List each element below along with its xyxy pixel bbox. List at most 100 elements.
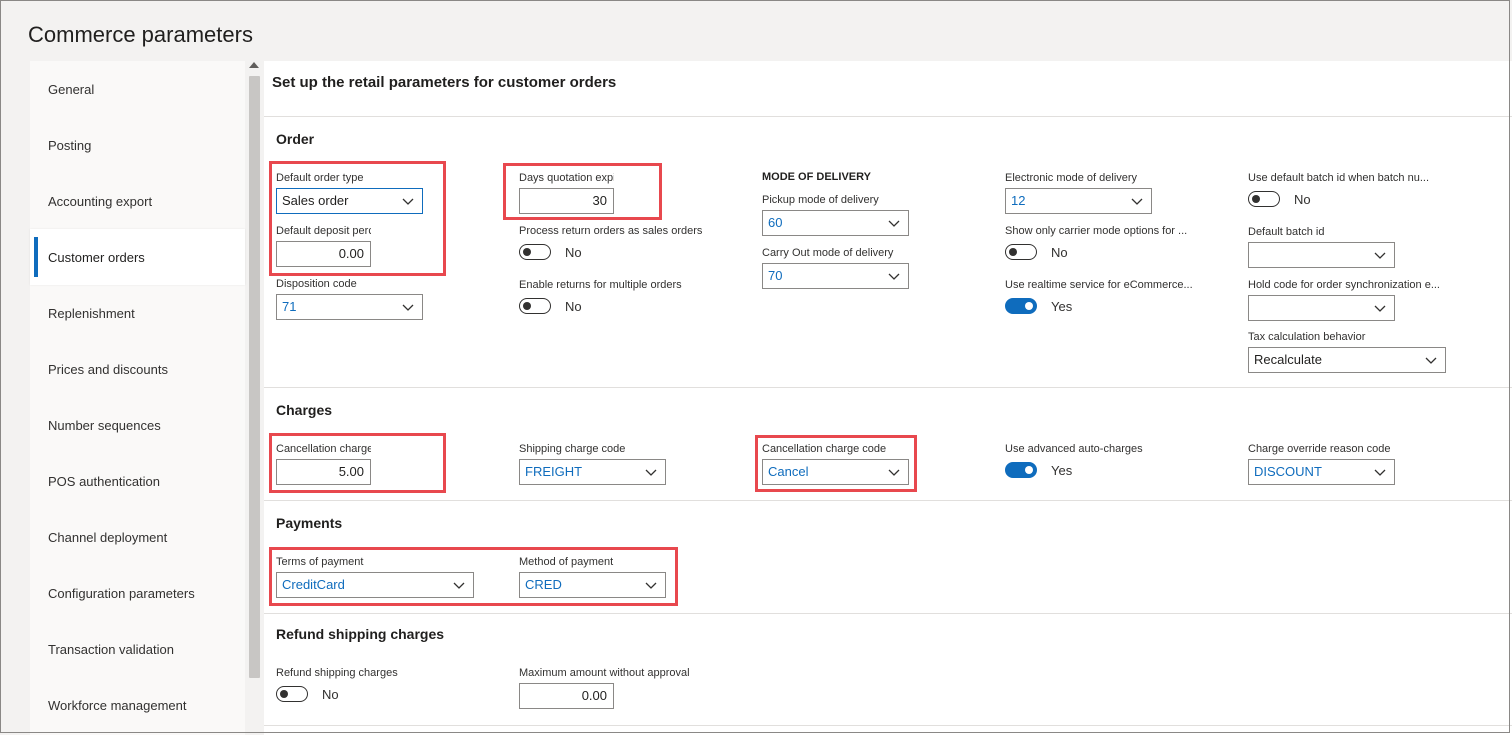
sidebar-item-number-sequences[interactable]: Number sequences — [30, 397, 245, 453]
method-of-payment-field: Method of payment CRED — [519, 555, 666, 598]
field-label: Use realtime service for eCommerce... — [1005, 279, 1193, 291]
pickup-mode-select[interactable]: 60 — [762, 210, 909, 236]
select-value: CRED — [525, 577, 562, 592]
shipping-charge-code-select[interactable]: FREIGHT — [519, 459, 666, 485]
field-label: Default order type — [276, 172, 364, 184]
default-deposit-percentage-field: Default deposit percentage 0.00 — [276, 224, 371, 267]
use-realtime-service-toggle[interactable] — [1005, 298, 1037, 314]
show-only-carrier-field: Show only carrier mode options for ... N… — [1005, 224, 1205, 262]
use-advanced-auto-charges-toggle[interactable] — [1005, 462, 1037, 478]
toggle-state-text: Yes — [1051, 462, 1073, 478]
charge-override-reason-code-field: Charge override reason code DISCOUNT — [1248, 442, 1395, 485]
electronic-mode-select[interactable]: 12 — [1005, 188, 1152, 214]
sidebar-item-configuration-parameters[interactable]: Configuration parameters — [30, 565, 245, 621]
terms-of-payment-field: Terms of payment CreditCard — [276, 555, 474, 598]
field-label: Refund shipping charges — [276, 667, 398, 679]
default-order-type-field: Default order type Sales order — [276, 171, 423, 214]
field-label: Cancellation charge code — [762, 443, 887, 455]
refund-shipping-charges-toggle[interactable] — [276, 686, 308, 702]
charge-override-reason-code-select[interactable]: DISCOUNT — [1248, 459, 1395, 485]
field-label: Days quotation expires — [519, 172, 614, 184]
disposition-code-select[interactable]: 71 — [276, 294, 423, 320]
process-return-orders-toggle[interactable] — [519, 244, 551, 260]
sidebar-item-posting[interactable]: Posting — [30, 117, 245, 173]
cancellation-charge-percentage-input[interactable]: 5.00 — [276, 459, 371, 485]
sidebar-item-accounting-export[interactable]: Accounting export — [30, 173, 245, 229]
select-value: Sales order — [282, 193, 349, 208]
toggle-state-text: No — [1294, 191, 1311, 207]
sidebar-item-customer-orders[interactable]: Customer orders — [30, 229, 245, 285]
field-label: Maximum amount without approval — [519, 667, 690, 679]
days-quotation-expires-input[interactable]: 30 — [519, 188, 614, 214]
toggle-state-text: No — [1051, 244, 1068, 260]
refund-shipping-charges-field: Refund shipping charges No — [276, 666, 476, 704]
carry-out-mode-field: Carry Out mode of delivery 70 — [762, 246, 909, 289]
terms-of-payment-select[interactable]: CreditCard — [276, 572, 474, 598]
toggle-state-text: No — [565, 244, 582, 260]
chevron-down-icon — [888, 273, 900, 280]
chevron-down-icon — [402, 304, 414, 311]
select-value: FREIGHT — [525, 464, 583, 479]
field-label: Process return orders as sales orders — [519, 225, 703, 237]
enable-returns-multiple-toggle[interactable] — [519, 298, 551, 314]
field-label: Use advanced auto-charges — [1005, 443, 1143, 455]
field-label: Carry Out mode of delivery — [762, 247, 894, 259]
method-of-payment-select[interactable]: CRED — [519, 572, 666, 598]
use-default-batch-id-toggle[interactable] — [1248, 191, 1280, 207]
process-return-orders-field: Process return orders as sales orders No — [519, 224, 729, 262]
scroll-up-arrow-icon[interactable] — [249, 62, 259, 68]
page-title: Commerce parameters — [28, 22, 253, 47]
sidebar-item-replenishment[interactable]: Replenishment — [30, 285, 245, 341]
show-only-carrier-toggle[interactable] — [1005, 244, 1037, 260]
max-amount-without-approval-field: Maximum amount without approval 0.00 — [519, 666, 690, 709]
select-value: 60 — [768, 215, 783, 230]
divider — [264, 500, 1512, 501]
cancellation-charge-code-field: Cancellation charge code Cancel — [762, 442, 909, 485]
cancellation-charge-code-select[interactable]: Cancel — [762, 459, 909, 485]
sidebar-item-pos-authentication[interactable]: POS authentication — [30, 453, 245, 509]
electronic-mode-field: Electronic mode of delivery 12 — [1005, 171, 1152, 214]
max-amount-without-approval-input[interactable]: 0.00 — [519, 683, 614, 709]
select-value: CreditCard — [282, 577, 345, 592]
toggle-state-text: No — [322, 686, 339, 702]
sidebar-item-workforce-management[interactable]: Workforce management — [30, 677, 245, 733]
select-value: 12 — [1011, 193, 1026, 208]
tax-calculation-select[interactable]: Recalculate — [1248, 347, 1446, 373]
chevron-down-icon — [453, 582, 465, 589]
main-content: Set up the retail parameters for custome… — [264, 61, 1512, 735]
sub-heading: MODE OF DELIVERY — [762, 171, 871, 183]
field-label: Use default batch id when batch nu... — [1248, 172, 1430, 184]
field-label: Shipping charge code — [519, 443, 626, 455]
divider — [264, 387, 1512, 388]
field-label: Cancellation charge percentage — [276, 443, 371, 455]
divider — [264, 116, 1512, 117]
chevron-down-icon — [888, 469, 900, 476]
disposition-code-field: Disposition code 71 — [276, 277, 423, 320]
default-batch-id-select[interactable] — [1248, 242, 1395, 268]
sidebar-item-channel-deployment[interactable]: Channel deployment — [30, 509, 245, 565]
hold-code-select[interactable] — [1248, 295, 1395, 321]
select-value: 71 — [282, 299, 297, 314]
carry-out-mode-select[interactable]: 70 — [762, 263, 909, 289]
section-title-charges: Charges — [276, 402, 333, 418]
select-value: 70 — [768, 268, 783, 283]
toggle-state-text: Yes — [1051, 298, 1073, 314]
chevron-down-icon — [645, 582, 657, 589]
sidebar-item-prices-and-discounts[interactable]: Prices and discounts — [30, 341, 245, 397]
pickup-mode-field: Pickup mode of delivery 60 — [762, 193, 909, 236]
field-label: Method of payment — [519, 556, 614, 568]
default-order-type-select[interactable]: Sales order — [276, 188, 423, 214]
default-deposit-percentage-input[interactable]: 0.00 — [276, 241, 371, 267]
sidebar-item-transaction-validation[interactable]: Transaction validation — [30, 621, 245, 677]
select-value: Recalculate — [1254, 352, 1322, 367]
chevron-down-icon — [402, 198, 414, 205]
chevron-down-icon — [888, 220, 900, 227]
sidebar-scroll-thumb[interactable] — [249, 76, 260, 678]
toggle-state-text: No — [565, 298, 582, 314]
use-default-batch-id-field: Use default batch id when batch nu... No — [1248, 171, 1448, 209]
field-label: Tax calculation behavior — [1248, 331, 1366, 343]
sidebar-item-general[interactable]: General — [30, 61, 245, 117]
chevron-down-icon — [645, 469, 657, 476]
divider — [264, 725, 1512, 726]
section-title-refund-shipping-charges: Refund shipping charges — [276, 626, 445, 642]
